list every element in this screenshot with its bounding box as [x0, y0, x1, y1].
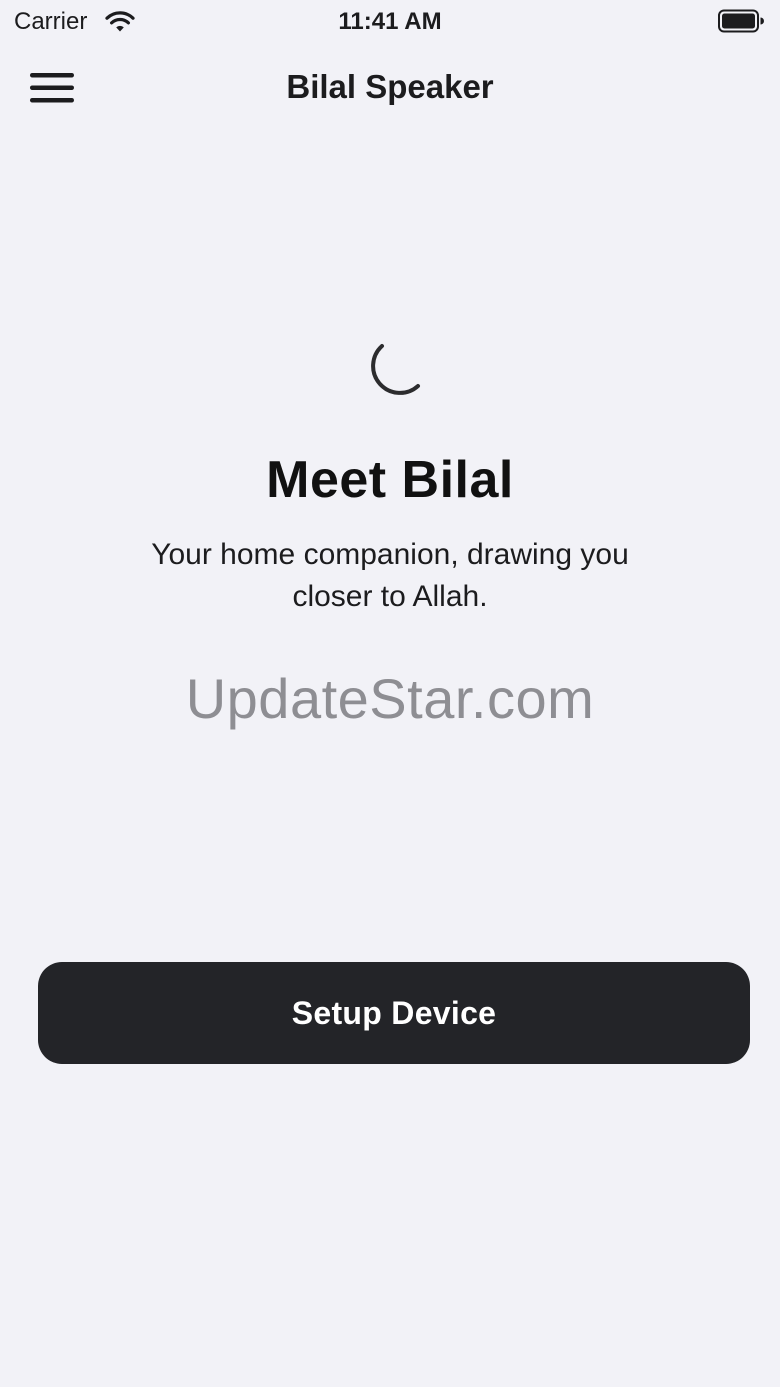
nav-title: Bilal Speaker	[286, 68, 494, 105]
watermark-text: UpdateStar.com	[185, 667, 595, 730]
setup-device-label: Setup Device	[291, 994, 497, 1031]
battery-icon	[718, 9, 764, 33]
clock: 11:41 AM	[338, 8, 442, 35]
navigation-bar: Bilal Speaker	[0, 44, 780, 132]
hero-subtitle: Your home companion, drawing you closer …	[151, 538, 629, 613]
crescent-moon-icon	[371, 344, 420, 395]
hero-headline: Meet Bilal	[266, 451, 514, 509]
status-bar: Carrier 11:41 AM	[0, 0, 780, 44]
setup-device-button[interactable]: Setup Device	[38, 962, 750, 1064]
